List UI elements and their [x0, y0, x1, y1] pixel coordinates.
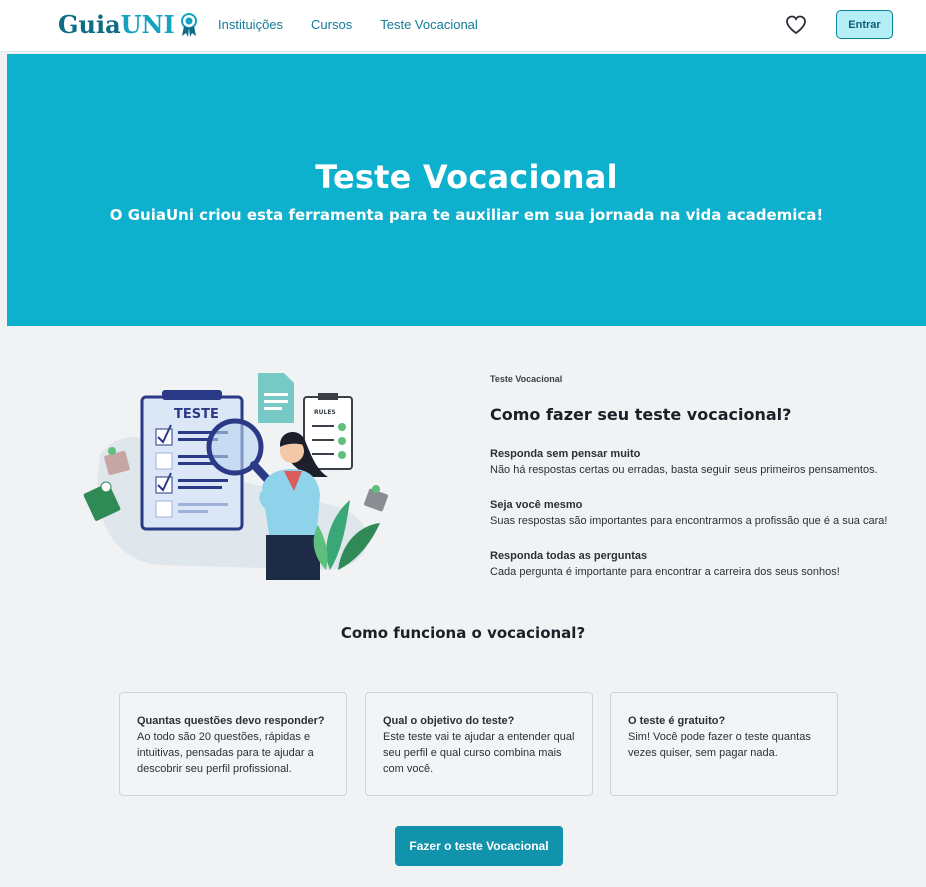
tip-item: Responda todas as perguntas Cada pergunt…: [490, 548, 840, 580]
section-eyebrow: Teste Vocacional: [490, 374, 563, 384]
tip-title: Responda todas as perguntas: [490, 550, 648, 562]
faq-question: O teste é gratuito?: [628, 715, 726, 727]
start-test-button[interactable]: Fazer o teste Vocacional: [395, 826, 563, 866]
heart-icon[interactable]: [784, 13, 808, 37]
faq-card: Qual o objetivo do teste? Este teste vai…: [365, 692, 593, 796]
intro-title: Como fazer seu teste vocacional?: [490, 405, 792, 424]
clipboard-label: TESTE: [174, 407, 219, 422]
faq-answer: Este teste vai te ajudar a entender qual…: [383, 731, 575, 775]
rules-label: RULES: [314, 409, 336, 416]
faq-card: Quantas questões devo responder? Ao todo…: [119, 692, 347, 796]
logo-text-guia: Guia: [58, 10, 121, 39]
main-nav: Instituições Cursos Teste Vocacional: [218, 17, 506, 32]
logo[interactable]: Guia UNI: [58, 10, 200, 39]
nav-link-instituicoes[interactable]: Instituições: [218, 17, 283, 32]
faq-question: Qual o objetivo do teste?: [383, 715, 515, 727]
logo-text-uni: UNI: [120, 10, 175, 39]
award-badge-icon: [180, 12, 197, 37]
tip-text: Cada pergunta é importante para encontra…: [490, 566, 840, 578]
tip-text: Suas respostas são importantes para enco…: [490, 515, 888, 527]
tip-item: Seja você mesmo Suas respostas são impor…: [490, 497, 887, 529]
hero-title: Teste Vocacional: [315, 158, 618, 196]
faq-answer: Sim! Você pode fazer o teste quantas vez…: [628, 731, 811, 759]
tip-text: Não há respostas certas ou erradas, bast…: [490, 464, 878, 476]
tip-title: Responda sem pensar muito: [490, 448, 641, 460]
faq-answer: Ao todo são 20 questões, rápidas e intui…: [137, 731, 314, 775]
login-button[interactable]: Entrar: [836, 10, 893, 39]
hero-banner: Teste Vocacional O GuiaUni criou esta fe…: [7, 54, 926, 326]
nav-link-teste-vocacional[interactable]: Teste Vocacional: [380, 17, 478, 32]
tip-item: Responda sem pensar muito Não há respost…: [490, 446, 878, 478]
how-it-works-title: Como funciona o vocacional?: [340, 624, 586, 642]
hero-subtitle: O GuiaUni criou esta ferramenta para te …: [109, 206, 824, 224]
vocational-test-illustration: TESTE RULES: [83, 373, 388, 580]
top-navbar: Guia UNI Instituições Cursos Teste Vocaci…: [0, 0, 926, 52]
tip-title: Seja você mesmo: [490, 499, 583, 511]
faq-card: O teste é gratuito? Sim! Você pode fazer…: [610, 692, 838, 796]
nav-link-cursos[interactable]: Cursos: [311, 17, 352, 32]
faq-question: Quantas questões devo responder?: [137, 715, 325, 727]
